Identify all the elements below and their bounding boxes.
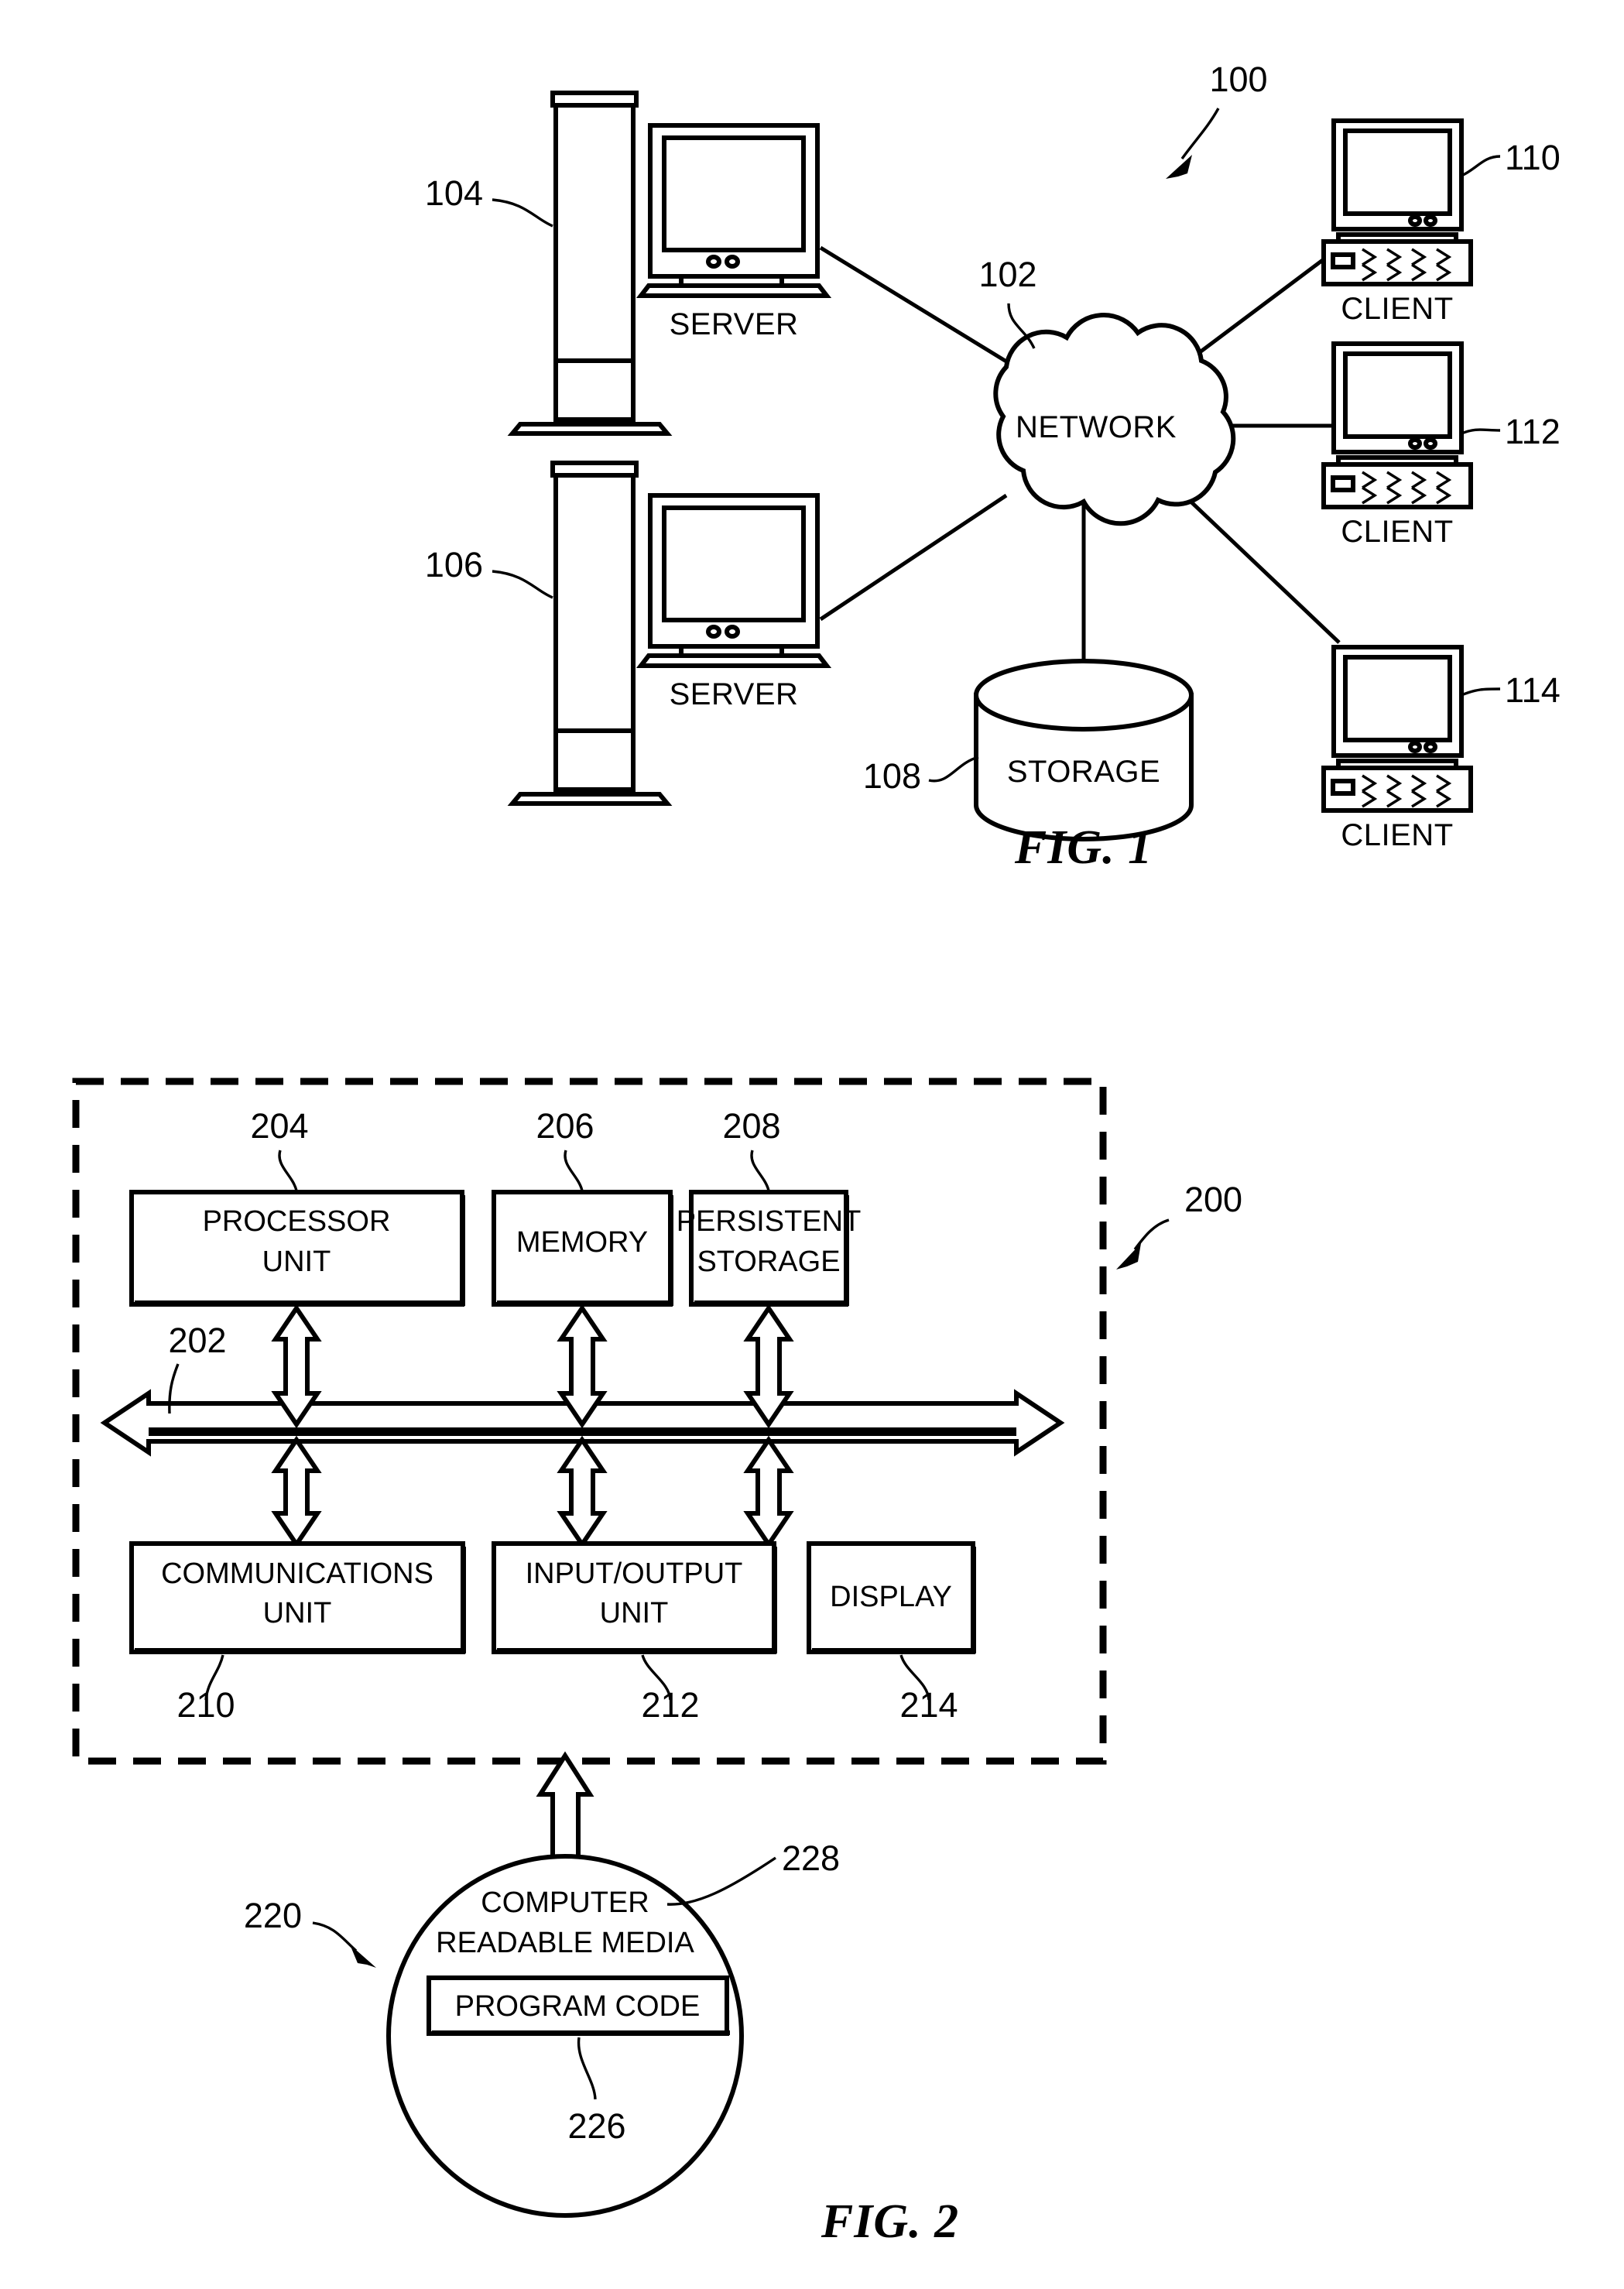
ref-110: 110 [1505, 138, 1561, 177]
block-persistent-storage-line1: PERSISTENT [677, 1205, 862, 1238]
figure-canvas: SERVER 104 SERVER 106 NETWORK 102 100 ST… [72, 60, 1561, 2248]
block-input-output-unit-line1: INPUT/OUTPUT [526, 1557, 743, 1590]
network-label: NETWORK [1016, 410, 1177, 444]
ref-108: 108 [863, 756, 921, 796]
client-112-label: CLIENT [1341, 515, 1453, 549]
leader-200 [1116, 1218, 1170, 1270]
server-104-label: SERVER [670, 307, 799, 341]
ref-200: 200 [1184, 1180, 1242, 1219]
ref-206: 206 [536, 1106, 594, 1146]
client-110-label: CLIENT [1341, 292, 1453, 326]
leader-104 [492, 198, 553, 228]
leader-114 [1461, 687, 1501, 697]
leader-112 [1461, 428, 1501, 435]
ref-214: 214 [899, 1685, 958, 1725]
patent-figure-page: SERVER 104 SERVER 106 NETWORK 102 100 ST… [0, 0, 1624, 2289]
client-112-graphic [1321, 341, 1473, 509]
block-communications-unit-line1: COMMUNICATIONS [161, 1557, 433, 1590]
block-communications-unit-line2: UNIT [263, 1597, 332, 1629]
block-processor-unit-line1: PROCESSOR [203, 1205, 391, 1238]
leader-106 [492, 570, 553, 599]
ref-210: 210 [176, 1685, 235, 1725]
ref-208: 208 [722, 1106, 780, 1146]
block-processor-unit-line2: UNIT [262, 1246, 331, 1278]
block-program-code-label: PROGRAM CODE [455, 1990, 701, 2023]
client-114-graphic [1321, 645, 1473, 813]
leader-206 [564, 1150, 584, 1191]
ref-102: 102 [978, 255, 1036, 294]
ref-228: 228 [782, 1838, 840, 1878]
ref-226: 226 [567, 2106, 625, 2146]
leader-110 [1461, 155, 1501, 177]
leader-220 [312, 1921, 376, 1968]
ref-202: 202 [168, 1321, 226, 1360]
server-104-graphic [507, 91, 832, 436]
leader-228 [666, 1856, 776, 1906]
block-input-output-unit-line2: UNIT [600, 1597, 669, 1629]
fig1-caption: FIG. 1 [1014, 821, 1153, 874]
block-memory-line1: MEMORY [516, 1226, 648, 1259]
storage-label: STORAGE [1007, 755, 1160, 789]
ref-114: 114 [1505, 670, 1561, 710]
client-110-graphic [1321, 118, 1473, 286]
bus-arrow-display [743, 1435, 794, 1549]
ref-104: 104 [425, 173, 483, 213]
ref-106: 106 [425, 545, 483, 584]
bus-arrow-io-unit [557, 1435, 608, 1549]
block-persistent-storage-line2: STORAGE [697, 1246, 840, 1278]
client-114-label: CLIENT [1341, 818, 1453, 852]
server-106-label: SERVER [670, 677, 799, 711]
leader-108 [928, 756, 979, 783]
ref-112: 112 [1505, 412, 1561, 451]
storage-cylinder [974, 659, 1194, 841]
leader-100 [1166, 108, 1220, 179]
bus-arrow-communications-unit [271, 1435, 322, 1549]
ref-220: 220 [244, 1896, 302, 1935]
ref-204: 204 [250, 1106, 308, 1146]
ref-212: 212 [641, 1685, 699, 1725]
program-code-transfer-arrow [536, 1751, 594, 1860]
leader-208 [750, 1150, 770, 1191]
block-display-line1: DISPLAY [830, 1581, 952, 1613]
media-label-line1: COMPUTER [481, 1886, 649, 1919]
media-label-line2: READABLE MEDIA [436, 1927, 694, 1959]
fig2-caption: FIG. 2 [821, 2195, 959, 2248]
leader-204 [278, 1150, 298, 1191]
ref-100: 100 [1209, 60, 1267, 99]
server-106-graphic [507, 461, 832, 806]
